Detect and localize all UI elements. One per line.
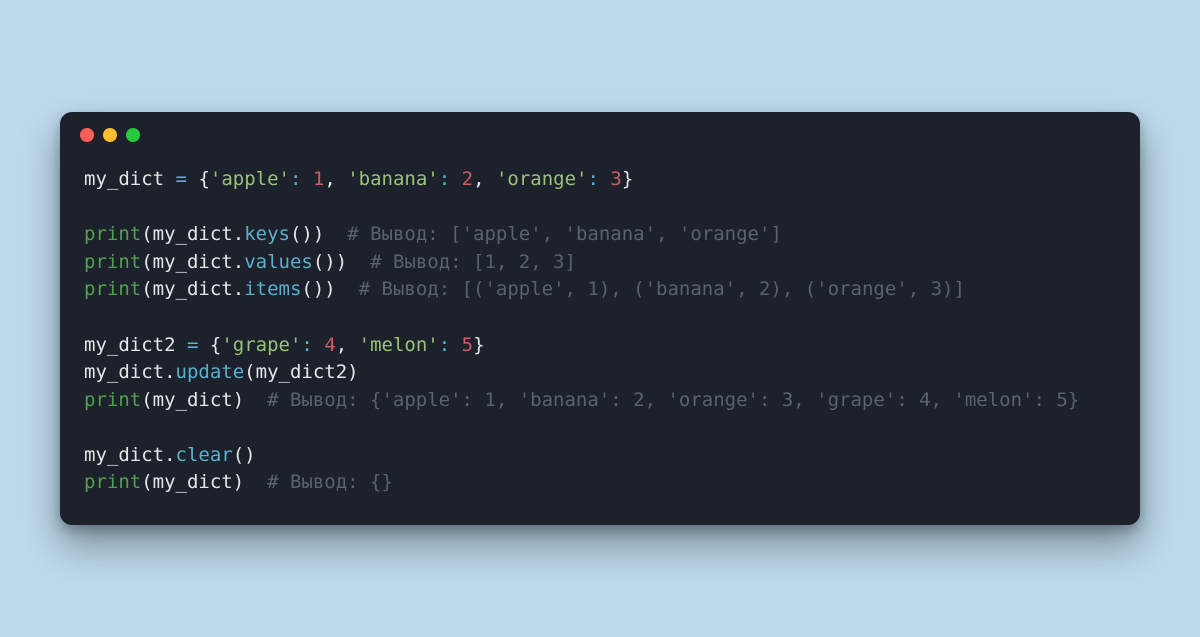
paren: ) <box>324 278 335 300</box>
colon: : <box>290 168 301 190</box>
builtin: print <box>84 278 141 300</box>
brace: } <box>622 168 633 190</box>
paren: ) <box>233 389 244 411</box>
brace: { <box>210 334 221 356</box>
colon: : <box>439 334 450 356</box>
comment: # Вывод: {'apple': 1, 'banana': 2, 'oran… <box>267 389 1079 411</box>
identifier: my_dict <box>153 278 233 300</box>
method: update <box>176 361 245 383</box>
page-background: my_dict = {'apple': 1, 'banana': 2, 'ora… <box>0 0 1200 637</box>
paren: ( <box>141 471 152 493</box>
code-window: my_dict = {'apple': 1, 'banana': 2, 'ora… <box>60 112 1140 525</box>
identifier: my_dict <box>84 168 164 190</box>
code-line: my_dict2 = {'grape': 4, 'melon': 5} <box>84 334 485 356</box>
identifier: my_dict2 <box>84 334 176 356</box>
comment: # Вывод: [('apple', 1), ('banana', 2), (… <box>359 278 965 300</box>
comma: , <box>473 168 496 190</box>
code-block: my_dict = {'apple': 1, 'banana': 2, 'ora… <box>60 146 1140 525</box>
number: 4 <box>324 334 335 356</box>
comment: # Вывод: [1, 2, 3] <box>370 251 576 273</box>
operator: = <box>176 168 187 190</box>
builtin: print <box>84 251 141 273</box>
method: values <box>244 251 313 273</box>
identifier: my_dict <box>84 361 164 383</box>
paren: ( <box>141 389 152 411</box>
dot: . <box>164 444 175 466</box>
comma: , <box>324 168 347 190</box>
paren: ) <box>336 251 347 273</box>
number: 2 <box>462 168 473 190</box>
comment: # Вывод: {} <box>267 471 393 493</box>
call: () <box>313 251 336 273</box>
dot: . <box>233 278 244 300</box>
method: keys <box>244 223 290 245</box>
number: 5 <box>462 334 473 356</box>
string: 'melon' <box>359 334 439 356</box>
code-line: my_dict.update(my_dict2) <box>84 361 359 383</box>
code-line: print(my_dict.keys()) # Вывод: ['apple',… <box>84 223 782 245</box>
builtin: print <box>84 223 141 245</box>
traffic-light-close-icon[interactable] <box>80 128 94 142</box>
paren: ( <box>141 278 152 300</box>
paren: ( <box>141 223 152 245</box>
string: 'banana' <box>347 168 439 190</box>
colon: : <box>439 168 450 190</box>
number: 1 <box>313 168 324 190</box>
identifier: my_dict <box>84 444 164 466</box>
method: clear <box>176 444 233 466</box>
identifier: my_dict <box>153 471 233 493</box>
call: () <box>290 223 313 245</box>
paren: ) <box>313 223 324 245</box>
string: 'grape' <box>221 334 301 356</box>
paren: ( <box>244 361 255 383</box>
identifier: my_dict <box>153 251 233 273</box>
call: () <box>233 444 256 466</box>
dot: . <box>164 361 175 383</box>
traffic-light-minimize-icon[interactable] <box>103 128 117 142</box>
call: () <box>301 278 324 300</box>
paren: ) <box>347 361 358 383</box>
paren: ) <box>233 471 244 493</box>
brace: } <box>473 334 484 356</box>
code-line: my_dict = {'apple': 1, 'banana': 2, 'ora… <box>84 168 633 190</box>
identifier: my_dict <box>153 223 233 245</box>
code-line: print(my_dict) # Вывод: {} <box>84 471 393 493</box>
dot: . <box>233 223 244 245</box>
operator: = <box>187 334 198 356</box>
colon: : <box>588 168 599 190</box>
code-line: my_dict.clear() <box>84 444 256 466</box>
brace: { <box>198 168 209 190</box>
string: 'apple' <box>210 168 290 190</box>
method: items <box>244 278 301 300</box>
paren: ( <box>141 251 152 273</box>
comma: , <box>336 334 359 356</box>
colon: : <box>301 334 312 356</box>
code-line: print(my_dict.values()) # Вывод: [1, 2, … <box>84 251 576 273</box>
builtin: print <box>84 471 141 493</box>
comment: # Вывод: ['apple', 'banana', 'orange'] <box>347 223 782 245</box>
window-titlebar <box>60 112 1140 146</box>
code-line: print(my_dict.items()) # Вывод: [('apple… <box>84 278 965 300</box>
string: 'orange' <box>496 168 588 190</box>
code-line: print(my_dict) # Вывод: {'apple': 1, 'ba… <box>84 389 1079 411</box>
identifier: my_dict <box>153 389 233 411</box>
builtin: print <box>84 389 141 411</box>
identifier: my_dict2 <box>256 361 348 383</box>
dot: . <box>233 251 244 273</box>
number: 3 <box>610 168 621 190</box>
traffic-light-zoom-icon[interactable] <box>126 128 140 142</box>
